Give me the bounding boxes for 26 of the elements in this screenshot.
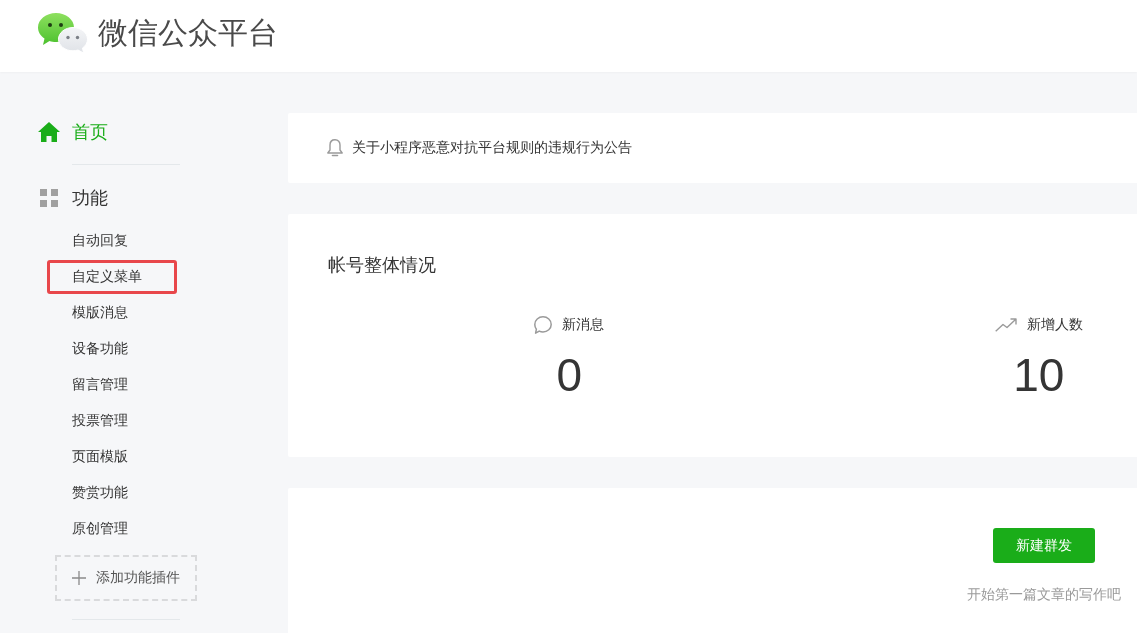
empty-hint: 开始第一篇文章的写作吧: [967, 585, 1121, 604]
stat-value: 10: [1013, 350, 1065, 400]
card-title: 帐号整体情况: [328, 253, 437, 277]
stat-label: 新增人数: [1026, 316, 1083, 334]
platform-title: 微信公众平台: [98, 14, 278, 52]
sidebar-link[interactable]: 自定义菜单: [47, 260, 177, 294]
trend-up-icon: [994, 318, 1017, 332]
sidebar-link[interactable]: 赞赏功能: [47, 476, 177, 510]
sidebar-link[interactable]: 自动回复: [47, 224, 177, 258]
sidebar-link[interactable]: 模版消息: [47, 296, 177, 330]
chat-bubble-icon: [534, 316, 553, 334]
stat-label: 新消息: [562, 316, 605, 334]
plus-icon: [72, 571, 86, 585]
sidebar-link[interactable]: 设备功能: [47, 332, 177, 366]
notice-link[interactable]: 关于小程序恶意对抗平台规则的违规行为公告: [352, 139, 632, 157]
sidebar-link[interactable]: 页面模版: [47, 440, 177, 474]
add-plugin-button[interactable]: 添加功能插件: [55, 555, 197, 601]
bell-icon: [327, 139, 343, 157]
section-heading: 功能: [72, 186, 108, 210]
grid-icon: [40, 189, 58, 207]
home-icon: [38, 122, 60, 142]
sidebar-link[interactable]: 投票管理: [47, 404, 177, 438]
sidebar-link[interactable]: 原创管理: [47, 512, 177, 546]
stat-value: 0: [556, 350, 583, 400]
chat-bubbles-logo-icon: [38, 13, 88, 53]
sidebar-link[interactable]: 留言管理: [47, 368, 177, 402]
